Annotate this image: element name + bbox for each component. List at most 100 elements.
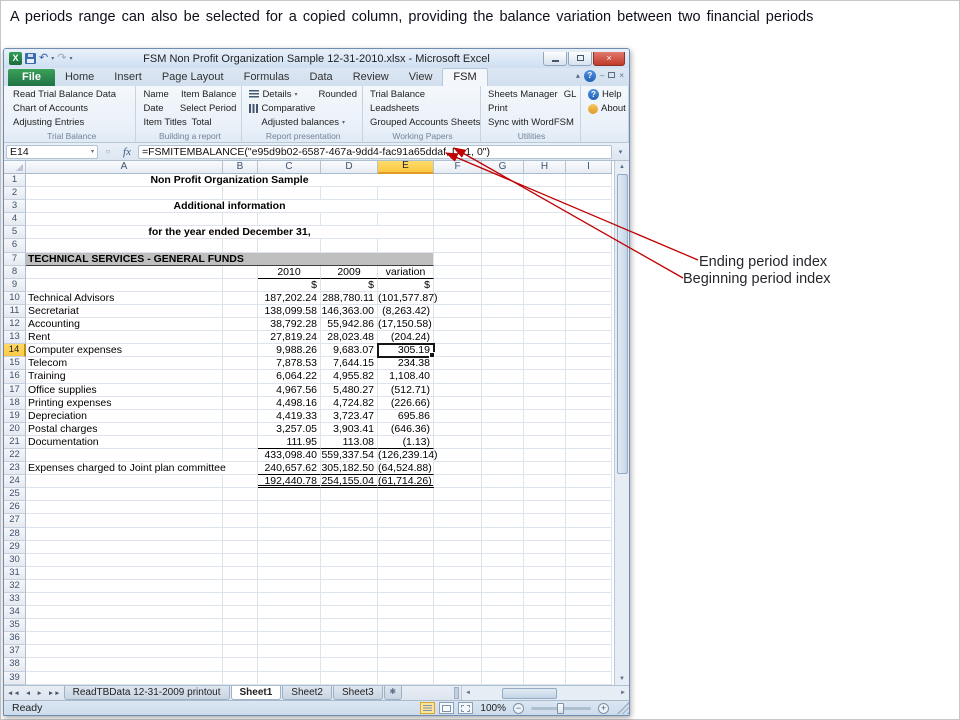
row-header-20[interactable]: 20 (4, 423, 26, 436)
row-header-33[interactable]: 33 (4, 593, 26, 606)
cell-d[interactable] (321, 567, 378, 580)
cell-c13[interactable]: 27,819.24 (258, 331, 321, 344)
cell-a[interactable] (26, 593, 223, 606)
row-header-2[interactable]: 2 (4, 187, 26, 200)
cell-h[interactable] (524, 658, 566, 671)
cell-merged-1[interactable]: Non Profit Organization Sample (26, 174, 434, 187)
cell-c[interactable] (258, 528, 321, 541)
cell-a16[interactable]: Training (26, 370, 223, 383)
cell-d23[interactable]: 305,182.50 (321, 462, 378, 475)
cell-h[interactable] (524, 357, 566, 370)
workbook-close-icon[interactable]: × (619, 71, 624, 81)
zoom-slider[interactable] (531, 707, 591, 710)
cell-g[interactable] (482, 580, 524, 593)
sheet-tab-sheet2[interactable]: Sheet2 (282, 686, 332, 700)
column-header-d[interactable]: D (321, 161, 378, 174)
ribbon-button-grouped-accounts-sheets[interactable]: Grouped Accounts Sheets (368, 117, 482, 128)
cell-e[interactable] (378, 501, 434, 514)
cell-f[interactable] (434, 200, 482, 213)
cell-c23[interactable]: 240,657.62 (258, 462, 321, 475)
expand-formula-bar-icon[interactable]: ▾ (614, 148, 627, 156)
cell-i[interactable] (566, 174, 612, 187)
cell-a22[interactable] (26, 449, 223, 462)
row-header-32[interactable]: 32 (4, 580, 26, 593)
cell-i[interactable] (566, 266, 612, 279)
cell-d[interactable] (321, 528, 378, 541)
cell-c22[interactable]: 433,098.40 (258, 449, 321, 462)
cell-b[interactable] (223, 501, 258, 514)
scroll-right-icon[interactable]: ► (618, 690, 628, 696)
cell-f[interactable] (434, 449, 482, 462)
cell-c[interactable] (258, 501, 321, 514)
cell-g[interactable] (482, 174, 524, 187)
cell-merged-3[interactable]: Additional information (26, 200, 434, 213)
cell-i[interactable] (566, 632, 612, 645)
cell-d[interactable] (321, 606, 378, 619)
row-header-38[interactable]: 38 (4, 658, 26, 671)
cell-b[interactable] (223, 410, 258, 423)
cell-i[interactable] (566, 370, 612, 383)
cell-f[interactable] (434, 174, 482, 187)
cell-merged-5[interactable]: for the year ended December 31, (26, 226, 434, 239)
cell-f[interactable] (434, 528, 482, 541)
ribbon-tab-home[interactable]: Home (55, 69, 104, 86)
cell-a[interactable] (26, 514, 223, 527)
cell-g[interactable] (482, 226, 524, 239)
cell-a18[interactable]: Printing expenses (26, 397, 223, 410)
cell-g[interactable] (482, 357, 524, 370)
cell-h[interactable] (524, 541, 566, 554)
row-header-18[interactable]: 18 (4, 397, 26, 410)
cell-c17[interactable]: 4,967.56 (258, 384, 321, 397)
cell-b[interactable] (223, 187, 258, 200)
zoom-level[interactable]: 100% (480, 703, 506, 714)
cell-i[interactable] (566, 501, 612, 514)
column-header-h[interactable]: H (524, 161, 566, 174)
cell-d11[interactable]: 146,363.00 (321, 305, 378, 318)
cell-f[interactable] (434, 226, 482, 239)
column-header-a[interactable]: A (26, 161, 223, 174)
cell-e[interactable] (378, 619, 434, 632)
zoom-slider-thumb[interactable] (557, 703, 564, 714)
cell-e[interactable] (378, 528, 434, 541)
cell-a[interactable] (26, 213, 223, 226)
cell-g[interactable] (482, 305, 524, 318)
ribbon-tab-view[interactable]: View (399, 69, 443, 86)
cell-c[interactable] (258, 187, 321, 200)
zoom-out-button[interactable]: − (513, 703, 524, 714)
column-header-f[interactable]: F (434, 161, 482, 174)
cell-e15[interactable]: 234.38 (378, 357, 434, 370)
cell-e16[interactable]: 1,108.40 (378, 370, 434, 383)
cell-f[interactable] (434, 488, 482, 501)
cell-g[interactable] (482, 200, 524, 213)
cell-e[interactable] (378, 632, 434, 645)
cell-b[interactable] (223, 266, 258, 279)
cell-a[interactable] (26, 501, 223, 514)
cell-f[interactable] (434, 279, 482, 292)
cell-e21[interactable]: (1.13) (378, 436, 434, 449)
cell-b[interactable] (223, 645, 258, 658)
row-header-10[interactable]: 10 (4, 292, 26, 305)
cell-b[interactable] (223, 528, 258, 541)
view-normal-button[interactable] (420, 702, 435, 714)
cell-d[interactable] (321, 187, 378, 200)
cell-h[interactable] (524, 514, 566, 527)
cell-a17[interactable]: Office supplies (26, 384, 223, 397)
cell-f[interactable] (434, 606, 482, 619)
cell-e11[interactable]: (8,263.42) (378, 305, 434, 318)
vertical-scrollbar-thumb[interactable] (617, 174, 628, 474)
ribbon-tab-page-layout[interactable]: Page Layout (152, 69, 234, 86)
cell-h[interactable] (524, 501, 566, 514)
cell-d15[interactable]: 7,644.15 (321, 357, 378, 370)
cell-b[interactable] (223, 554, 258, 567)
cell-a[interactable] (26, 632, 223, 645)
cell-f[interactable] (434, 632, 482, 645)
cell-c15[interactable]: 7,878.53 (258, 357, 321, 370)
cell-d19[interactable]: 3,723.47 (321, 410, 378, 423)
cell-a[interactable] (26, 187, 223, 200)
column-header-b[interactable]: B (223, 161, 258, 174)
cell-d24[interactable]: 254,155.04 (321, 475, 378, 488)
cell-g[interactable] (482, 292, 524, 305)
cell-g[interactable] (482, 318, 524, 331)
cell-i[interactable] (566, 488, 612, 501)
view-page-layout-button[interactable] (439, 702, 454, 714)
